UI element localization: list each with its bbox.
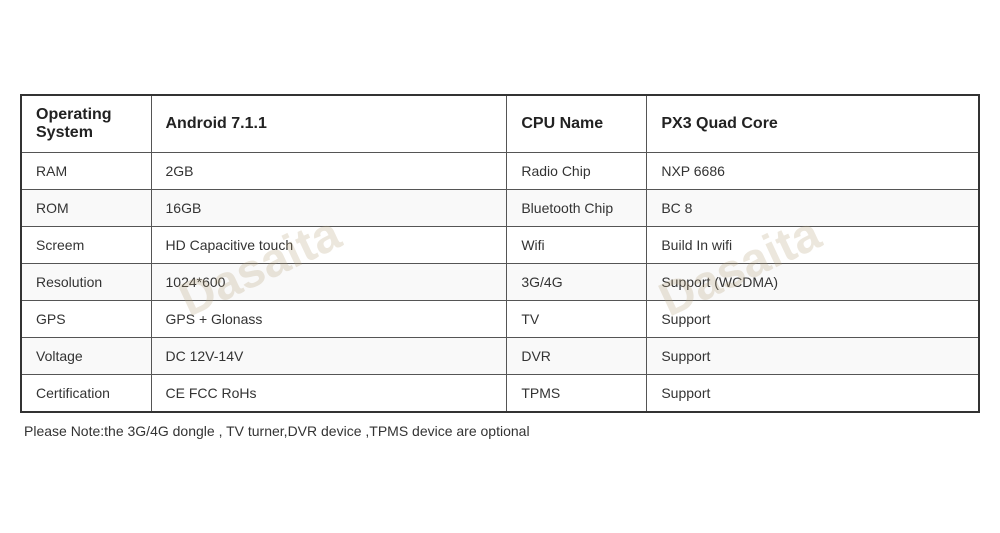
cpu-label-header: CPU Name — [507, 95, 647, 153]
spec-value-left: DC 12V-14V — [151, 338, 507, 375]
spec-label-left: Resolution — [21, 264, 151, 301]
header-row: Operating System Android 7.1.1 CPU Name … — [21, 95, 979, 153]
spec-label-left: Screem — [21, 227, 151, 264]
spec-table-wrapper: Dasaita Dasaita Operating System Android… — [20, 94, 980, 439]
spec-label-left: GPS — [21, 301, 151, 338]
spec-value-right: NXP 6686 — [647, 153, 979, 190]
table-row: GPSGPS + GlonassTVSupport — [21, 301, 979, 338]
table-row: ScreemHD Capacitive touchWifiBuild In wi… — [21, 227, 979, 264]
spec-value-right: BC 8 — [647, 190, 979, 227]
spec-label-right: Bluetooth Chip — [507, 190, 647, 227]
table-row: Resolution1024*6003G/4GSupport (WCDMA) — [21, 264, 979, 301]
spec-value-left: 16GB — [151, 190, 507, 227]
table-row: VoltageDC 12V-14VDVRSupport — [21, 338, 979, 375]
os-value-header: Android 7.1.1 — [151, 95, 507, 153]
spec-value-right: Support — [647, 301, 979, 338]
spec-label-right: TV — [507, 301, 647, 338]
table-row: CertificationCE FCC RoHsTPMSSupport — [21, 375, 979, 413]
os-label-header: Operating System — [21, 95, 151, 153]
spec-value-right: Support — [647, 375, 979, 413]
cpu-value-header: PX3 Quad Core — [647, 95, 979, 153]
spec-label-left: Certification — [21, 375, 151, 413]
table-row: ROM16GBBluetooth ChipBC 8 — [21, 190, 979, 227]
note-text: Please Note:the 3G/4G dongle , TV turner… — [20, 413, 980, 439]
spec-value-left: CE FCC RoHs — [151, 375, 507, 413]
spec-label-left: Voltage — [21, 338, 151, 375]
spec-value-left: HD Capacitive touch — [151, 227, 507, 264]
spec-label-right: Wifi — [507, 227, 647, 264]
spec-value-right: Support — [647, 338, 979, 375]
spec-table: Operating System Android 7.1.1 CPU Name … — [20, 94, 980, 413]
spec-label-right: Radio Chip — [507, 153, 647, 190]
spec-value-right: Build In wifi — [647, 227, 979, 264]
table-row: RAM2GBRadio ChipNXP 6686 — [21, 153, 979, 190]
spec-value-left: 1024*600 — [151, 264, 507, 301]
spec-label-right: 3G/4G — [507, 264, 647, 301]
spec-value-left: GPS + Glonass — [151, 301, 507, 338]
spec-value-right: Support (WCDMA) — [647, 264, 979, 301]
spec-value-left: 2GB — [151, 153, 507, 190]
spec-label-right: DVR — [507, 338, 647, 375]
spec-label-left: RAM — [21, 153, 151, 190]
spec-label-left: ROM — [21, 190, 151, 227]
spec-label-right: TPMS — [507, 375, 647, 413]
